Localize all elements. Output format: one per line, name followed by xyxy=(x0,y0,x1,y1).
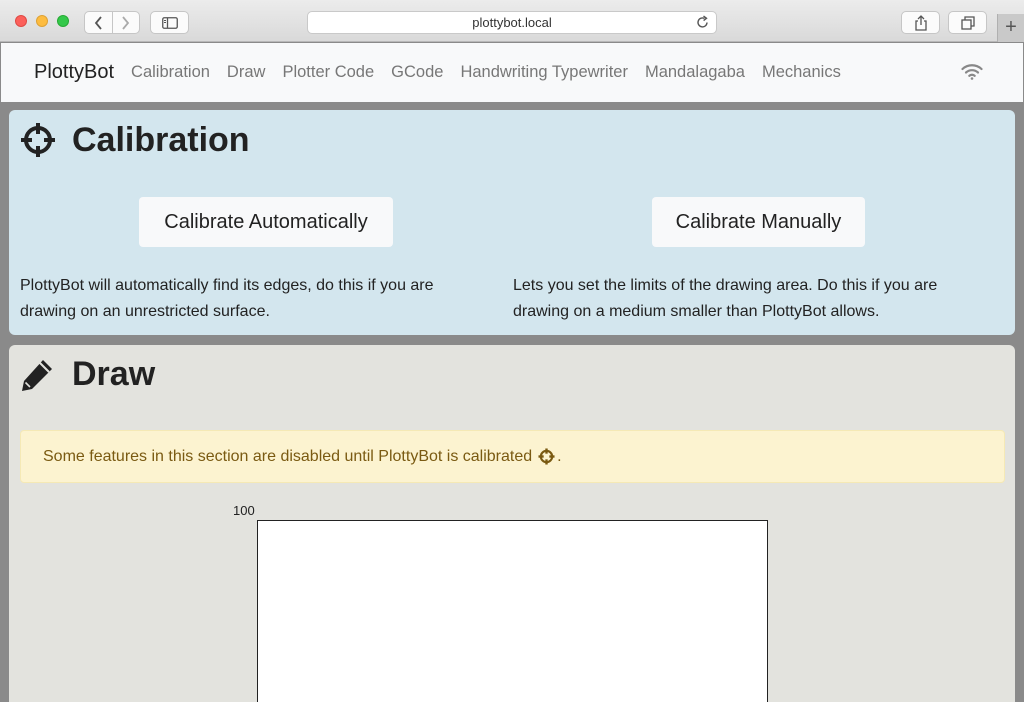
chevron-left-icon xyxy=(94,15,102,30)
show-tabs-button[interactable] xyxy=(948,11,987,34)
nav-link-mandalagaba[interactable]: Mandalagaba xyxy=(645,63,745,82)
top-navbar: PlottyBot Calibration Draw Plotter Code … xyxy=(1,43,1023,102)
address-bar[interactable]: plottybot.local xyxy=(307,11,717,34)
navbar-brand[interactable]: PlottyBot xyxy=(34,61,114,84)
nav-link-plotter-code[interactable]: Plotter Code xyxy=(282,63,374,82)
url-text: plottybot.local xyxy=(472,15,552,30)
crosshairs-icon xyxy=(21,123,55,157)
calibration-warning-alert: Some features in this section are disabl… xyxy=(20,430,1005,483)
calibrate-manually-button[interactable]: Calibrate Manually xyxy=(652,197,865,247)
back-button[interactable] xyxy=(85,12,112,33)
alert-text: Some features in this section are disabl… xyxy=(43,447,533,465)
nav-link-handwriting-typewriter[interactable]: Handwriting Typewriter xyxy=(460,63,628,82)
history-nav xyxy=(84,11,140,34)
nav-link-mechanics[interactable]: Mechanics xyxy=(762,63,841,82)
tabs-icon xyxy=(960,15,975,30)
share-button[interactable] xyxy=(901,11,940,34)
forward-button[interactable] xyxy=(111,12,140,33)
minimize-window-button[interactable] xyxy=(36,15,48,27)
calibration-title: Calibration xyxy=(72,121,250,159)
nav-link-calibration[interactable]: Calibration xyxy=(131,63,210,82)
nav-link-gcode[interactable]: GCode xyxy=(391,63,443,82)
sidebar-icon xyxy=(161,16,178,29)
auto-calibration-description: PlottyBot will automatically find its ed… xyxy=(20,277,434,320)
nav-link-draw[interactable]: Draw xyxy=(227,63,266,82)
canvas-axis-max-label: 100 xyxy=(233,503,255,518)
calibrate-automatically-button[interactable]: Calibrate Automatically xyxy=(139,197,393,247)
drawing-canvas[interactable] xyxy=(257,520,768,702)
reload-icon[interactable] xyxy=(695,15,710,30)
sidebar-toggle-button[interactable] xyxy=(150,11,189,34)
zoom-window-button[interactable] xyxy=(57,15,69,27)
wifi-icon xyxy=(961,64,983,80)
pencil-icon xyxy=(22,360,52,391)
close-window-button[interactable] xyxy=(15,15,27,27)
web-page: PlottyBot Calibration Draw Plotter Code … xyxy=(1,43,1023,702)
new-tab-button[interactable]: + xyxy=(997,14,1024,42)
draw-section: Draw Some features in this section are d… xyxy=(9,345,1015,702)
manual-calibration-description: Lets you set the limits of the drawing a… xyxy=(513,277,938,320)
chevron-right-icon xyxy=(122,15,130,30)
browser-titlebar: plottybot.local + xyxy=(0,0,1024,42)
alert-suffix: . xyxy=(557,447,562,465)
calibration-section: Calibration Calibrate Automatically Cali… xyxy=(9,110,1015,335)
draw-title: Draw xyxy=(72,355,156,393)
share-icon xyxy=(914,14,927,31)
crosshairs-icon xyxy=(538,448,555,465)
